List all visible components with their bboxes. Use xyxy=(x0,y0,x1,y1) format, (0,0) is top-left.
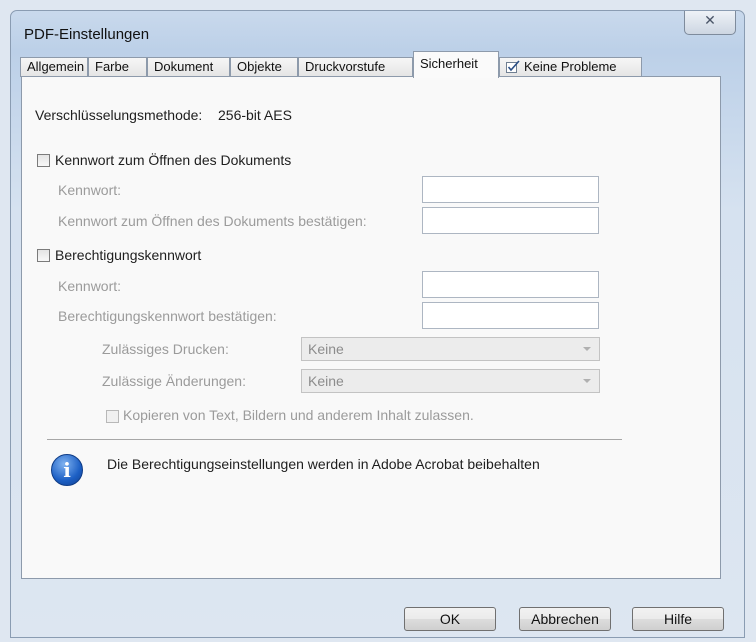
help-button[interactable]: Hilfe xyxy=(632,607,724,631)
open-password-checkbox[interactable] xyxy=(37,154,50,167)
ok-button[interactable]: OK xyxy=(404,607,496,631)
printing-allowed-select[interactable]: Keine xyxy=(301,337,600,361)
tab-sicherheit[interactable]: Sicherheit xyxy=(413,51,499,78)
permissions-password-label: Kennwort: xyxy=(58,278,122,294)
close-button[interactable]: ✕ xyxy=(684,11,736,35)
permissions-password-confirm-label: Berechtigungskennwort bestätigen: xyxy=(58,308,277,324)
open-password-label: Kennwort: xyxy=(58,182,122,198)
open-password-checkbox-label: Kennwort zum Öffnen des Dokuments xyxy=(55,152,292,168)
printing-allowed-label: Zulässiges Drucken: xyxy=(102,341,229,357)
open-password-confirm-label: Kennwort zum Öffnen des Dokuments bestät… xyxy=(58,213,367,229)
chevron-down-icon xyxy=(583,379,591,383)
permissions-password-confirm-input[interactable] xyxy=(422,302,599,329)
encryption-method-label: Verschlüsselungsmethode: xyxy=(35,107,203,123)
tab-farbe[interactable]: Farbe xyxy=(88,57,147,77)
security-panel: Verschlüsselungsmethode: 256-bit AES Ken… xyxy=(21,76,721,579)
encryption-method-value: 256-bit AES xyxy=(218,107,292,123)
tab-dokument[interactable]: Dokument xyxy=(147,57,230,77)
window-title: PDF-Einstellungen xyxy=(24,26,150,43)
divider xyxy=(47,439,622,440)
chevron-down-icon xyxy=(583,347,591,351)
info-icon: i xyxy=(51,454,83,486)
tab-keine-probleme-label: Keine Probleme xyxy=(524,59,617,74)
open-password-input[interactable] xyxy=(422,176,599,203)
info-message: Die Berechtigungseinstellungen werden in… xyxy=(107,456,540,472)
tab-keine-probleme[interactable]: Keine Probleme xyxy=(499,57,642,77)
changes-allowed-select[interactable]: Keine xyxy=(301,369,600,393)
permissions-password-checkbox[interactable] xyxy=(37,249,50,262)
copy-content-label: Kopieren von Text, Bildern und anderem I… xyxy=(123,407,474,423)
tab-bar: Allgemein Farbe Dokument Objekte Druckvo… xyxy=(20,51,720,78)
cancel-button[interactable]: Abbrechen xyxy=(519,607,611,631)
tab-allgemein[interactable]: Allgemein xyxy=(20,57,88,77)
tab-druckvorstufe[interactable]: Druckvorstufe xyxy=(298,57,413,77)
open-password-confirm-input[interactable] xyxy=(422,207,599,234)
printing-allowed-value: Keine xyxy=(308,341,344,357)
tab-objekte[interactable]: Objekte xyxy=(230,57,298,77)
changes-allowed-label: Zulässige Änderungen: xyxy=(102,373,246,389)
close-icon: ✕ xyxy=(704,13,716,29)
permissions-password-input[interactable] xyxy=(422,271,599,298)
permissions-password-checkbox-label: Berechtigungskennwort xyxy=(55,247,202,263)
copy-content-checkbox[interactable] xyxy=(106,410,119,423)
checkmark-icon xyxy=(506,60,520,73)
changes-allowed-value: Keine xyxy=(308,373,344,389)
